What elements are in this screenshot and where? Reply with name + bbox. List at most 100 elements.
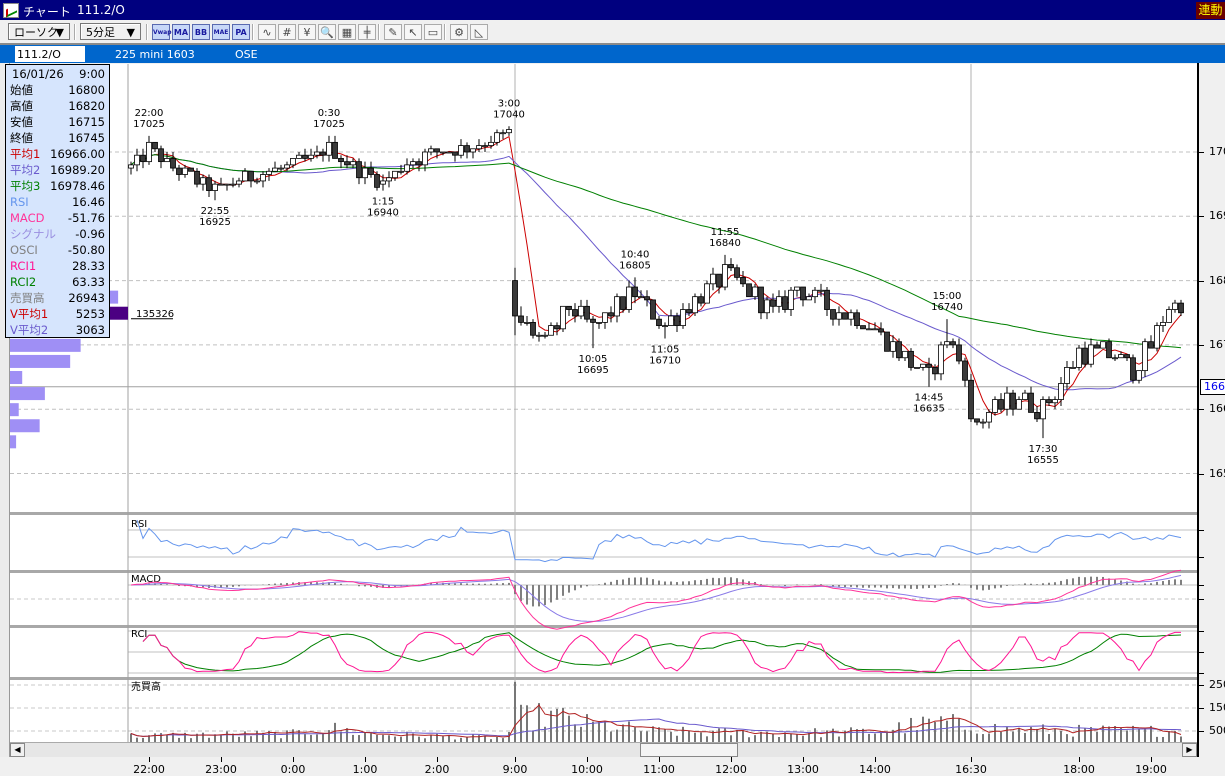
candle-body [872, 328, 878, 331]
symbol-bar: 225 mini 1603 OSE [0, 45, 1225, 63]
info-value: 26943 [68, 291, 105, 305]
candle-body [674, 315, 680, 327]
info-value: 16978.46 [50, 179, 105, 193]
indicator-axis-tick [1199, 557, 1204, 558]
time-axis-label: 14:00 [859, 763, 891, 776]
extreme-time-label: 1:15 [372, 197, 394, 208]
info-value: 16966.00 [50, 147, 105, 161]
info-label: 終値 [10, 131, 33, 145]
candle-body [260, 174, 266, 182]
candle-body [512, 280, 518, 317]
chart-type-dropdown[interactable]: ローソク ▼ [8, 23, 70, 40]
mae-icon[interactable]: MAE [212, 24, 230, 40]
candle-body [902, 350, 908, 359]
extreme-time-label: 15:00 [933, 291, 962, 302]
candle-body [332, 141, 338, 159]
scroll-right-button[interactable]: ▶ [1182, 743, 1197, 757]
bar-info-panel: 16/01/26 9:00 始値 16800 高値 16820 安値 16715 終値 167… [5, 64, 110, 338]
candle-body [1112, 357, 1118, 360]
pa-icon[interactable]: PA [232, 24, 250, 40]
scroll-left-button[interactable]: ◀ [10, 743, 25, 757]
info-value: 16715 [68, 115, 105, 129]
candle-body [812, 289, 818, 298]
price-axis-tick [1199, 473, 1204, 475]
chart-app-icon [3, 3, 19, 18]
candle-body [488, 141, 494, 146]
panel-separator [10, 570, 1197, 573]
candle-body [506, 129, 512, 134]
info-value: 63.33 [72, 275, 105, 289]
settings-gears-icon[interactable]: ⚙ [450, 24, 468, 40]
info-value: 16989.20 [50, 163, 105, 177]
time-axis-label: 12:00 [715, 763, 747, 776]
time-axis-label: 19:00 [1135, 763, 1167, 776]
grid-chart-icon[interactable]: # [278, 24, 296, 40]
price-axis-label: 16600 [1209, 402, 1225, 416]
symbol-input[interactable] [15, 46, 85, 62]
candle [530, 319, 536, 339]
time-axis-tick [437, 757, 438, 762]
info-row: 平均1 16966.00 [6, 146, 109, 162]
candle-body [548, 325, 554, 336]
time-axis-tick [659, 757, 660, 762]
candle [446, 151, 452, 154]
info-value: -0.96 [75, 227, 105, 241]
candle-body [692, 296, 698, 314]
scrollbar-thumb[interactable] [640, 743, 738, 757]
candle [1106, 338, 1112, 359]
candle-body [926, 363, 932, 368]
extreme-time-label: 22:00 [135, 108, 164, 119]
candle [992, 396, 998, 416]
candle-body [746, 283, 752, 298]
volume-profile-bar [10, 371, 23, 385]
eraser-icon[interactable]: ▭ [424, 24, 442, 40]
split-panel-icon[interactable]: ╪ [358, 24, 376, 40]
interval-dropdown[interactable]: 5分足 ▼ [80, 23, 141, 40]
calculator-icon[interactable]: ▦ [338, 24, 356, 40]
volume-axis-label: 500 [1209, 724, 1225, 737]
info-value: 16820 [68, 99, 105, 113]
magnifier-icon[interactable]: 🔍 [318, 24, 336, 40]
candle [650, 299, 656, 320]
candle-body [716, 273, 722, 288]
link-toggle-button[interactable]: 連動 [1196, 2, 1225, 19]
bb-icon[interactable]: BB [192, 24, 210, 40]
candle-body [1058, 383, 1064, 400]
pointer-icon[interactable]: ↖ [404, 24, 422, 40]
candle-body [542, 334, 548, 337]
chart-canvas[interactable]: 13532622:001702522:55169250:30170251:151… [0, 0, 1225, 776]
price-axis-tick [1199, 216, 1204, 218]
price-axis-label: 16700 [1209, 337, 1225, 351]
candle-body [974, 418, 980, 423]
candle-body [602, 312, 608, 323]
candle [842, 312, 848, 320]
candle-body [794, 286, 800, 291]
info-row-datetime: 16/01/26 9:00 [6, 66, 109, 82]
horizontal-scrollbar[interactable]: ◀ ▶ [10, 742, 1197, 757]
panel-title-rci: RCI [131, 629, 147, 640]
candle-body [164, 158, 170, 163]
candle-body [962, 360, 968, 381]
candle-body [1166, 309, 1172, 323]
volume-profile-bar [10, 403, 19, 417]
candle-body [770, 299, 776, 307]
candle [692, 293, 698, 316]
candle [1076, 344, 1082, 371]
yen-scale-icon[interactable]: ¥ [298, 24, 316, 40]
ma-icon[interactable]: MA [172, 24, 190, 40]
vwap-icon[interactable]: Vwap [152, 24, 172, 40]
candle-body [944, 341, 950, 346]
line-chart-icon[interactable]: ∿ [258, 24, 276, 40]
info-value: 3063 [75, 323, 105, 337]
candle-body [368, 167, 374, 175]
extreme-price-label: 17025 [133, 119, 165, 130]
panel-separator [10, 625, 1197, 628]
candle-body [554, 325, 560, 330]
info-label: 平均3 [10, 179, 41, 193]
candle-body [128, 164, 134, 169]
ruler-triangle-icon[interactable]: ◺ [470, 24, 488, 40]
pencil-icon[interactable]: ✎ [384, 24, 402, 40]
candle-body [350, 161, 356, 166]
panel-title-volume: 売買高 [131, 680, 161, 693]
time-axis-label: 13:00 [787, 763, 819, 776]
